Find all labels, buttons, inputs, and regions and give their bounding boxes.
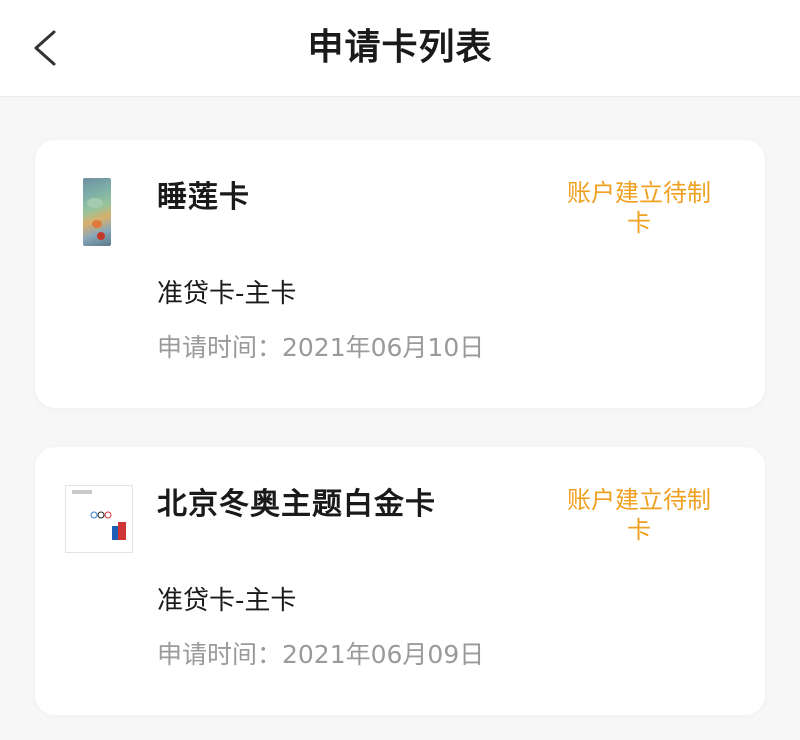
card-name: 北京冬奥主题白金卡 [157, 487, 436, 522]
page-title: 申请卡列表 [307, 27, 493, 68]
card-type: 准贷卡-主卡 [157, 279, 297, 309]
status-label: 账户建立待制卡 [567, 179, 711, 237]
apply-date: 申请时间：2021年06月09日 [157, 640, 485, 669]
application-card[interactable]: 睡莲卡 账户建立待制卡 准贷卡-主卡 申请时间：2021年06月10日 [35, 140, 765, 408]
application-card[interactable]: 北京冬奥主题白金卡 账户建立待制卡 准贷卡-主卡 申请时间：2021年06月09… [35, 447, 765, 715]
top-bar: 申请卡列表 [0, 0, 800, 97]
card-name: 睡莲卡 [157, 180, 250, 215]
status-label: 账户建立待制卡 [567, 486, 711, 544]
card-type: 准贷卡-主卡 [157, 586, 297, 616]
beijing-winter-olympics-card-image [65, 485, 133, 553]
water-lily-card-image [83, 178, 111, 246]
apply-date: 申请时间：2021年06月10日 [157, 333, 485, 362]
